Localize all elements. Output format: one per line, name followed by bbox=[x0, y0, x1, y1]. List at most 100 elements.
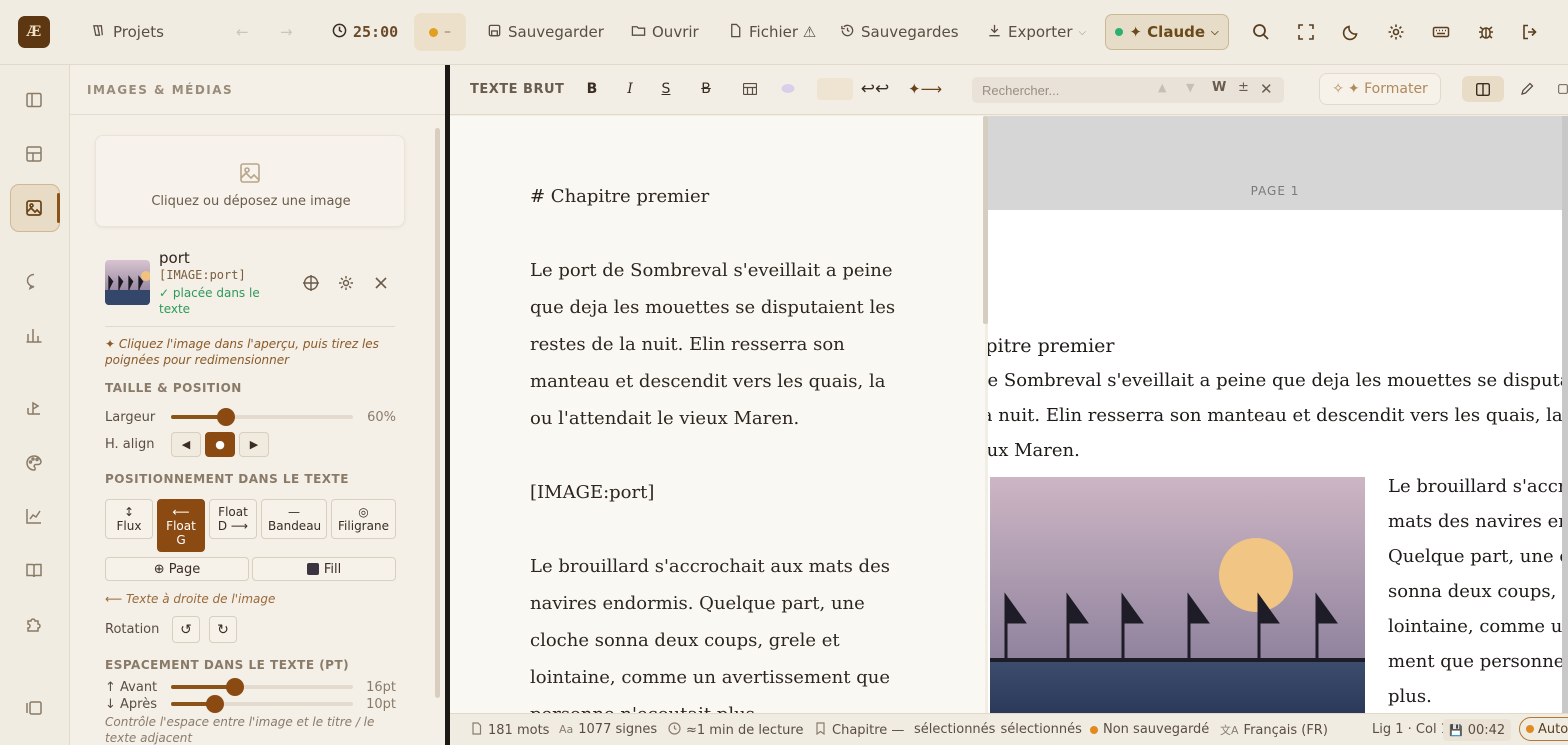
halign-right-button[interactable]: ▶ bbox=[239, 432, 269, 457]
before-slider[interactable] bbox=[171, 678, 353, 696]
case-toggle[interactable]: ± bbox=[1238, 80, 1249, 95]
preview-toggle-icon[interactable] bbox=[1558, 80, 1568, 98]
search-next-icon[interactable]: ▼ bbox=[1186, 81, 1194, 94]
close-icon[interactable]: ✕ bbox=[1260, 80, 1273, 98]
format-button[interactable]: ✧ ✦ Formater bbox=[1319, 73, 1441, 105]
text-editor[interactable]: # Chapitre premier Le port de Sombreval … bbox=[450, 116, 985, 713]
pos-flux-button[interactable]: ↕ Flux bbox=[105, 499, 153, 539]
char-count: Aa 1077 signes bbox=[559, 722, 657, 737]
projects-button[interactable]: Projets bbox=[92, 18, 164, 46]
preview-wrap-line: Quelque part, une cloche bbox=[1388, 546, 1568, 567]
image-name: port bbox=[159, 249, 190, 267]
search-icon[interactable] bbox=[1252, 22, 1272, 42]
gear-icon[interactable] bbox=[1387, 22, 1407, 42]
before-slider-knob[interactable] bbox=[225, 678, 244, 696]
page-button[interactable]: ⊕ Page bbox=[105, 557, 249, 581]
highlight-swatch[interactable] bbox=[817, 78, 853, 100]
autosave-toggle[interactable]: Auto bbox=[1519, 717, 1568, 741]
preview-wrap-line: sonna deux coups, grele et bbox=[1388, 581, 1568, 602]
insert-arrow-icon[interactable]: ✦⟶ bbox=[908, 80, 942, 98]
keyboard-icon[interactable] bbox=[1432, 22, 1452, 42]
italic-button[interactable]: I bbox=[621, 80, 639, 98]
search-box: ▲ ▼ W ± ✕ bbox=[972, 77, 1284, 103]
line-chart-icon[interactable] bbox=[25, 507, 45, 527]
pos-watermark-button[interactable]: ◎ Filigrane bbox=[331, 499, 396, 539]
image-tag: [IMAGE:port] bbox=[159, 268, 246, 282]
rotate-left-button[interactable]: ↺ bbox=[172, 616, 200, 643]
width-slider[interactable] bbox=[171, 408, 353, 426]
width-slider-knob[interactable] bbox=[216, 408, 235, 426]
model-selector[interactable]: ✦ Claude ⌵ bbox=[1105, 14, 1229, 50]
image-thumbnail[interactable] bbox=[105, 260, 150, 305]
pos-banner-button[interactable]: — Bandeau bbox=[261, 499, 327, 539]
language-text: Français (FR) bbox=[1243, 722, 1328, 738]
halign-label: H. align bbox=[105, 437, 155, 452]
underline-button[interactable]: S bbox=[657, 80, 675, 98]
palette-icon[interactable] bbox=[25, 454, 45, 474]
fullscreen-icon[interactable] bbox=[1297, 22, 1317, 42]
chat-icon[interactable] bbox=[25, 272, 45, 292]
sidebar-toggle-icon[interactable] bbox=[25, 91, 45, 111]
book-icon[interactable] bbox=[25, 561, 45, 581]
before-value: 16pt bbox=[366, 680, 396, 695]
bug-icon[interactable] bbox=[1477, 22, 1497, 42]
image-dropzone[interactable]: Cliquez ou déposez une image bbox=[95, 135, 405, 227]
editor-paragraph: Le port de Sombreval s'eveillait a peine… bbox=[530, 260, 896, 429]
line-break-icon[interactable]: ↩↩ bbox=[861, 79, 890, 99]
file-button[interactable]: Fichier ⚠ bbox=[728, 18, 816, 46]
strikethrough-button[interactable]: B bbox=[697, 80, 715, 98]
close-icon[interactable] bbox=[372, 274, 390, 292]
pos-float-left-button[interactable]: ⟵ Float G bbox=[157, 499, 205, 552]
bar-chart-icon[interactable] bbox=[25, 326, 45, 346]
layout-grid-icon[interactable] bbox=[25, 145, 45, 165]
halign-center-button[interactable]: ● bbox=[205, 432, 235, 457]
locate-icon[interactable] bbox=[302, 274, 320, 292]
halign-left-button[interactable]: ◀ bbox=[171, 432, 201, 457]
preview-scrollbar[interactable] bbox=[1562, 116, 1568, 713]
gear-icon[interactable] bbox=[337, 274, 355, 292]
after-slider-knob[interactable] bbox=[205, 695, 224, 713]
panel-collapse-icon[interactable] bbox=[25, 699, 45, 719]
undo-button[interactable]: ← bbox=[236, 18, 249, 46]
focus-status-pill[interactable]: – bbox=[414, 13, 466, 51]
logout-icon[interactable] bbox=[1521, 22, 1541, 42]
rotate-right-button[interactable]: ↻ bbox=[209, 616, 237, 643]
pomodoro-timer[interactable]: 25:00 bbox=[332, 18, 398, 46]
page-gutter: PAGE 1 bbox=[988, 116, 1568, 210]
editor-image-tag: [IMAGE:port] bbox=[530, 482, 655, 503]
export-label: Exporter bbox=[1008, 23, 1073, 41]
preview-image-port[interactable] bbox=[990, 477, 1365, 713]
editor-mode-label: TEXTE BRUT bbox=[470, 82, 565, 97]
redo-button[interactable]: → bbox=[280, 18, 293, 46]
panel-scrollbar-thumb[interactable] bbox=[435, 128, 440, 698]
table-icon[interactable] bbox=[741, 80, 759, 98]
comment-icon[interactable] bbox=[779, 80, 797, 98]
moon-icon[interactable] bbox=[1342, 22, 1362, 42]
search-prev-icon[interactable]: ▲ bbox=[1158, 81, 1166, 94]
save-status-text: Non sauvegardé bbox=[1103, 722, 1210, 737]
style-icon[interactable] bbox=[25, 399, 45, 419]
pencil-icon[interactable] bbox=[1518, 80, 1536, 98]
split-view-button[interactable] bbox=[1462, 76, 1504, 102]
unsaved-dot bbox=[1090, 725, 1098, 734]
save-icon bbox=[487, 23, 502, 42]
backups-button[interactable]: Sauvegardes bbox=[840, 18, 959, 46]
chapter-indicator[interactable]: Chapitre — bbox=[814, 722, 904, 739]
whole-word-toggle[interactable]: W bbox=[1212, 80, 1226, 95]
resize-hint: ✦ Cliquez l'image dans l'aperçu, puis ti… bbox=[105, 337, 379, 367]
editor-content[interactable]: # Chapitre premier Le port de Sombreval … bbox=[530, 178, 910, 713]
search-input[interactable] bbox=[982, 81, 1152, 99]
image-icon[interactable] bbox=[25, 199, 45, 219]
bookmark-icon bbox=[814, 722, 827, 739]
save-button[interactable]: Sauvegarder bbox=[487, 18, 604, 46]
after-slider[interactable] bbox=[171, 695, 353, 713]
fill-button[interactable]: Fill bbox=[252, 557, 396, 581]
image-placeholder-icon bbox=[239, 162, 261, 184]
language-selector[interactable]: 文A Français (FR) bbox=[1220, 722, 1328, 738]
open-button[interactable]: Ouvrir bbox=[631, 18, 699, 46]
puzzle-icon[interactable] bbox=[25, 615, 45, 635]
app-logo[interactable]: Æ bbox=[18, 16, 50, 48]
export-dropdown[interactable]: Exporter ⌵ bbox=[987, 18, 1086, 46]
pos-float-right-button[interactable]: Float D ⟶ bbox=[209, 499, 257, 539]
bold-button[interactable]: B bbox=[583, 80, 601, 98]
